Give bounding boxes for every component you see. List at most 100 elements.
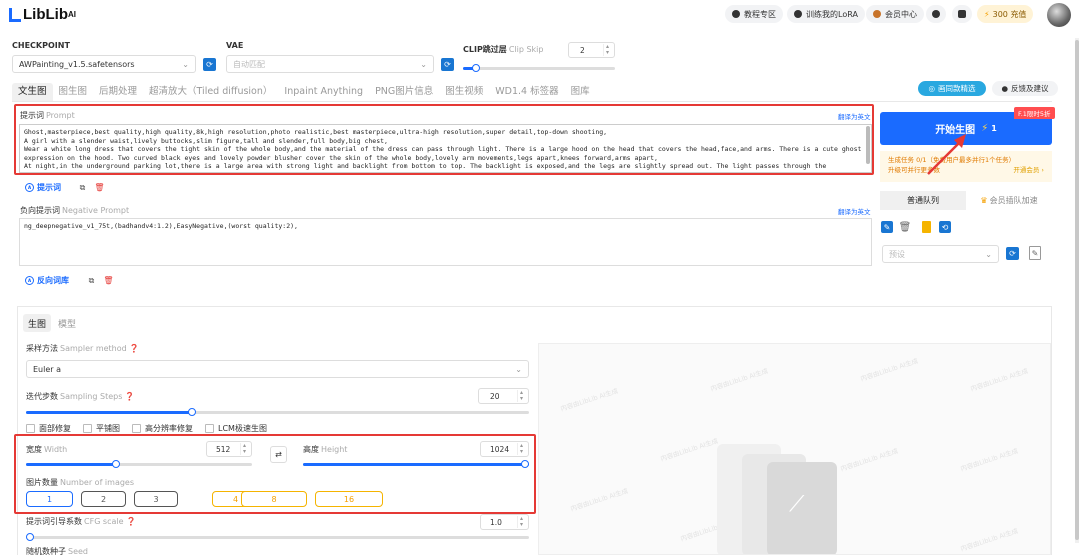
save-preset-icon[interactable]: ✎ xyxy=(1029,246,1041,260)
refresh-preset-icon[interactable]: ⟳ xyxy=(1006,247,1019,260)
arrow-shaft xyxy=(927,139,963,175)
tab-3[interactable]: 超清放大（Tiled diffusion） xyxy=(143,83,278,101)
train-lora-link[interactable]: 训练我的LoRA xyxy=(787,5,865,23)
tab-5[interactable]: PNG图片信息 xyxy=(369,83,439,101)
watermark: 内容由LibLib AI生成 xyxy=(659,436,720,464)
tab-8[interactable]: 图库 xyxy=(565,83,596,101)
help-icon[interactable]: ❓ xyxy=(125,392,135,401)
vae-select[interactable]: 自动匹配 ⌄ xyxy=(226,55,434,73)
cfg-slider[interactable] xyxy=(26,533,529,541)
slider-knob[interactable] xyxy=(187,408,196,416)
subtab-generate[interactable]: 生图 xyxy=(23,314,51,332)
watermark: 内容由LibLib AI生成 xyxy=(569,486,630,514)
steps-slider[interactable] xyxy=(26,408,529,416)
stepper-icon[interactable]: ▴ ▾ xyxy=(516,516,523,528)
feedback-button[interactable]: ● 反馈及建议 xyxy=(992,81,1058,96)
logo-sup: AI xyxy=(68,10,76,19)
checkbox-icon[interactable] xyxy=(83,424,92,433)
option-checkbox[interactable]: 面部修复 xyxy=(26,423,71,434)
featured-icon: ◎ xyxy=(928,84,936,93)
checkpoint-select[interactable]: AWPainting_v1.5.safetensors ⌄ xyxy=(12,55,196,73)
clipboard-icon[interactable] xyxy=(922,221,931,233)
tab-1[interactable]: 图生图 xyxy=(53,83,94,101)
crown-icon: ♛ xyxy=(980,196,988,205)
checkbox-icon[interactable] xyxy=(205,424,214,433)
avatar[interactable] xyxy=(1047,3,1071,27)
watermark: 内容由LibLib AI生成 xyxy=(839,446,900,474)
stepper-icon[interactable]: ▴ ▾ xyxy=(602,44,609,56)
notification-button[interactable] xyxy=(952,5,972,23)
limited-offer-tag: F.1限时5折 xyxy=(1014,107,1055,119)
clip-skip-slider[interactable] xyxy=(463,64,615,72)
stepper-icon[interactable]: ▴ ▾ xyxy=(516,390,523,402)
tab-6[interactable]: 图生视频 xyxy=(439,83,489,101)
refresh-vae-icon[interactable]: ⟳ xyxy=(441,58,454,71)
option-checkbox[interactable]: 平铺图 xyxy=(83,423,120,434)
main-tabs: 文生图 图生图 后期处理 超清放大（Tiled diffusion） Inpaint A… xyxy=(12,83,596,101)
tab-7[interactable]: WD1.4 标签器 xyxy=(489,83,564,101)
help-icon[interactable]: ❓ xyxy=(129,344,139,353)
negative-label: 负向提示词 Negative Prompt xyxy=(20,205,129,216)
recharge-button[interactable]: ⚡ 300 充值 xyxy=(977,5,1034,23)
slider-knob[interactable] xyxy=(26,533,34,541)
chevron-down-icon: ⌄ xyxy=(420,59,427,69)
copy-icon[interactable]: ⧉ xyxy=(75,180,90,195)
apply-icon[interactable]: ⟲ xyxy=(939,221,951,233)
upgrade-link[interactable]: 开通会员 › xyxy=(1013,165,1044,175)
option-checkbox[interactable]: LCM极速生图 xyxy=(205,423,267,434)
trash-icon[interactable]: 🗑 xyxy=(899,221,912,233)
chevron-down-icon: ⌄ xyxy=(515,364,522,374)
message-icon xyxy=(932,10,940,18)
tab-4[interactable]: Inpaint Anything xyxy=(278,83,369,101)
negative-textarea[interactable]: ng_deepnegative_v1_75t,(badhandv4:1.2),E… xyxy=(19,218,872,266)
slider-fill xyxy=(26,411,192,414)
logo-mark-icon xyxy=(9,7,21,22)
checkbox-icon[interactable] xyxy=(26,424,35,433)
tutorial-link[interactable]: 教程专区 xyxy=(725,5,783,23)
checkbox-icon[interactable] xyxy=(132,424,141,433)
option-label: LCM极速生图 xyxy=(218,424,267,433)
featured-button[interactable]: ◎ 画同款精选 xyxy=(918,81,986,96)
lightning-icon: ⚡ xyxy=(984,9,990,19)
subtab-model[interactable]: 模型 xyxy=(58,314,76,332)
prompt-library-label: 提示词 xyxy=(37,182,61,192)
liblib-logo[interactable]: LibLib AI xyxy=(9,6,76,23)
member-center-link[interactable]: 会员中心 xyxy=(866,5,924,23)
annotation-arrow xyxy=(927,134,966,175)
featured-label: 画同款精选 xyxy=(938,84,976,93)
steps-label-text: 迭代步数 xyxy=(26,392,58,401)
queue-normal-tab[interactable]: 普通队列 xyxy=(880,191,966,210)
translate-negative-link[interactable]: 翻译为英文 xyxy=(838,206,871,216)
clip-skip-input[interactable]: 2 ▴ ▾ xyxy=(568,42,615,58)
tab-2[interactable]: 后期处理 xyxy=(93,83,143,101)
scrollbar-thumb[interactable] xyxy=(1075,40,1079,540)
preset-select[interactable]: 预设 ⌄ xyxy=(882,245,999,263)
vae-label: VAE xyxy=(226,41,244,50)
slider-knob[interactable] xyxy=(471,64,480,72)
help-icon[interactable]: ❓ xyxy=(126,517,136,526)
negative-label-text: 负向提示词 xyxy=(20,206,60,215)
prompt-library-button[interactable]: ∧ 提示词 xyxy=(25,180,61,194)
seed-label-en: Seed xyxy=(68,547,88,555)
option-checkbox[interactable]: 高分辨率修复 xyxy=(132,423,193,434)
message-button[interactable] xyxy=(926,5,946,23)
watermark: 内容由LibLib AI生成 xyxy=(969,366,1030,394)
steps-input[interactable]: 20 ▴ ▾ xyxy=(478,388,529,404)
edit-icon[interactable]: ✎ xyxy=(881,221,893,233)
trash-icon[interactable]: 🗑 xyxy=(92,180,107,195)
page-scrollbar[interactable] xyxy=(1075,38,1079,543)
cfg-input[interactable]: 1.0 ▴ ▾ xyxy=(480,514,529,530)
copy-icon[interactable]: ⧉ xyxy=(84,273,99,288)
member-center-label: 会员中心 xyxy=(885,9,917,19)
sampler-select[interactable]: Euler a ⌄ xyxy=(26,360,529,378)
train-lora-label: 训练我的LoRA xyxy=(806,9,858,19)
options-row: 面部修复 平铺图 高分辨率修复 LCM极速生图 xyxy=(26,423,279,434)
queue-vip-tab[interactable]: ♛ 会员插队加速 xyxy=(966,191,1052,210)
refresh-checkpoint-icon[interactable]: ⟳ xyxy=(203,58,216,71)
checkpoint-value: AWPainting_v1.5.safetensors xyxy=(19,59,135,69)
trash-icon[interactable]: 🗑 xyxy=(101,273,116,288)
negative-library-button[interactable]: ∧ 反向词库 xyxy=(25,273,69,287)
feedback-label: 反馈及建议 xyxy=(1011,84,1049,93)
chevron-down-icon: ⌄ xyxy=(182,59,189,69)
tab-0[interactable]: 文生图 xyxy=(12,83,53,101)
